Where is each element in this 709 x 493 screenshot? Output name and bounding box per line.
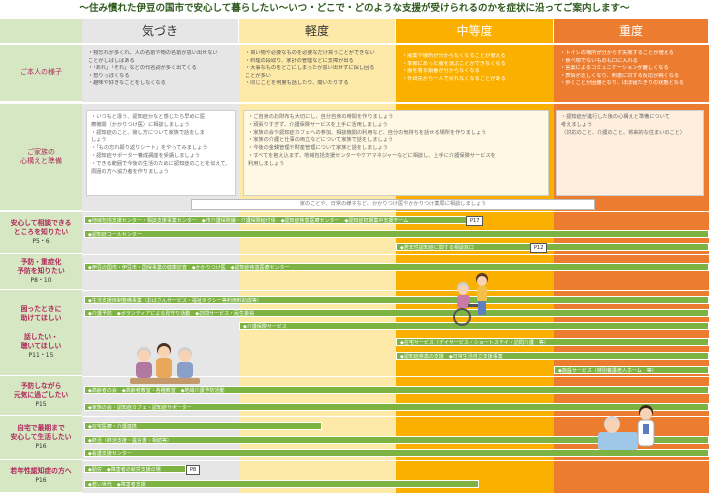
person-moderate: ・服薬や場所が分からなくなることが増える ・季節にあった服を選ぶことができなくな… bbox=[398, 50, 552, 100]
person-severe-line: ・言葉によるコミュニケーションが難しくなる bbox=[560, 65, 669, 72]
family-awareness-line: ・できる範囲で今後の生活のために認知症のことを伝えて、 bbox=[91, 160, 231, 167]
caregiver-wheelchair-illustration bbox=[453, 273, 488, 326]
service-bar[interactable]: ◆若年性認知症に関する相談窓口 bbox=[396, 243, 709, 251]
family-severe-line: （対応のこと、介護のこと、将来的な住まいのこと） bbox=[561, 129, 686, 136]
person-awareness-line: ・趣味や好きなことをしなくなる bbox=[88, 80, 166, 87]
service-bar[interactable]: ◆高齢者の会 ◆高齢者教室・各種教室 ◆地域介護予防活動 bbox=[84, 386, 709, 394]
page-tag[interactable]: P17 bbox=[466, 216, 484, 226]
service-bar[interactable]: ◆認知症コールセンター bbox=[84, 230, 709, 238]
person-severe-line: ・食べ物でないものも口に入れる bbox=[560, 57, 638, 64]
row-label-help-page: P11・15 bbox=[28, 352, 54, 360]
person-severe: ・トイレの場所が分からず失敗することが増える ・食べ物でないものも口に入れる ・… bbox=[556, 47, 708, 101]
family-awareness-line: ・認知症サポーター養成講座を受講しましょう bbox=[91, 152, 200, 159]
row-label-home: 自宅で最期まで 安心して生活したい P16 bbox=[0, 416, 82, 460]
page-tag[interactable]: P8 bbox=[186, 465, 201, 475]
family-awareness-line: 周囲の方へ協力者を作りましょう bbox=[91, 168, 169, 175]
family-awareness-line: ・「もの忘れ振り返りシート」をやってみましょう bbox=[91, 145, 208, 152]
row-label-family: ご家族の 心構えと準備 bbox=[0, 104, 82, 211]
column-header-severe: 重度 bbox=[554, 19, 709, 43]
row-label-prevent-page: P8・10 bbox=[30, 277, 52, 285]
family-mild-box: ・ご自身のお財布も大切にし、自分自身の時間を作りましょう ・頑張りすぎず、介護保… bbox=[243, 110, 549, 196]
family-mild-line: ・頑張りすぎず、介護保険サービスを上手に活用しましょう bbox=[248, 121, 388, 128]
row-label-person: ご本人の様子 bbox=[0, 45, 82, 102]
row-divider bbox=[82, 254, 709, 255]
column-header-mild: 軽度 bbox=[239, 19, 396, 43]
person-awareness-line: ・「あれ」「それ」などの代名詞が多く出てくる bbox=[88, 65, 197, 72]
person-moderate-line: ・服薬や場所が分からなくなることが増える bbox=[402, 53, 506, 59]
person-severe-line: ・表情が乏しくなり、刺激に対する反応が鈍くなる bbox=[560, 72, 680, 79]
family-severe-box: ・認知症が進行した後の心構えと準備について 考えましょう （対応のこと、介護のこ… bbox=[556, 110, 704, 196]
row-label-family-text: ご家族の 心構えと準備 bbox=[20, 147, 62, 165]
service-bar[interactable]: ◆伊豆の国市・伊豆市・国保事業の健康診査 ◆かかりつけ医 ◆認知症疾患医療センタ… bbox=[84, 263, 709, 271]
family-awareness-line: ・いつもと違う、認知症かなと感じたら早めに医 bbox=[91, 114, 206, 120]
person-awareness-line: ・怒りっぽくなる bbox=[88, 72, 130, 79]
column-header-moderate: 中等度 bbox=[396, 19, 554, 43]
row-divider bbox=[82, 460, 709, 461]
row-label-help-text: 困ったときに 助けてほしい bbox=[20, 304, 62, 322]
row-label-live: 予防しながら 元気に過ごしたい P15 bbox=[0, 376, 82, 416]
family-mild-line: ・ご自身のお財布も大切にし、自分自身の時間を作りましょう bbox=[248, 114, 394, 120]
row-divider bbox=[82, 290, 709, 291]
service-bar[interactable]: ◆在宅サービス（デイサービス・ショートステイ・訪問介護 等） bbox=[396, 338, 709, 346]
row-label-prevent-text: 予防・重症化 予防を知りたい bbox=[17, 257, 65, 275]
row-label-live-text: 予防しながら 元気に過ごしたい bbox=[13, 381, 69, 399]
family-awareness-line: ・認知症のこと、接し方について家族で話をしま bbox=[91, 129, 205, 136]
row-label-young-text: 若年性認知症の方へ bbox=[10, 466, 72, 475]
row-label-help: 困ったときに 助けてほしい 話したい・ 聴いてほしい P11・15 bbox=[0, 290, 82, 376]
row-label-person-text: ご本人の様子 bbox=[20, 68, 62, 77]
row-label-home-text: 自宅で最期まで 安心して生活したい bbox=[10, 423, 72, 441]
family-awareness-box: ・いつもと違う、認知症かなと感じたら早めに医 療機関（かかりつけ医）に相談しまし… bbox=[86, 110, 236, 196]
service-bar[interactable]: ◆地域包括支援センター・相談支援事業センター ◆市介護保険課・介護保険給付係 ◆… bbox=[84, 216, 467, 224]
service-bar[interactable]: ◆勤労 ◆障害者の就労支援の場 bbox=[84, 465, 186, 473]
page-title: 〜住み慣れた伊豆の国市で安心して暮らしたい〜いつ・どこで・どのような支援が受けら… bbox=[0, 0, 709, 18]
person-awareness-line: ことがしばしばある bbox=[88, 57, 135, 64]
service-bar[interactable]: ◆施設サービス（特別養護老人ホーム 等） bbox=[554, 366, 709, 374]
family-mild-line: 利用しましょう bbox=[248, 160, 285, 167]
person-mild-line: ・大事なものをどこにしまったか思い出せずに探し回る bbox=[245, 65, 375, 72]
family-severe-line: 考えましょう bbox=[561, 121, 593, 128]
service-bar[interactable]: ◆認知症疾患の支援 ◆日常生活自立支援事業 bbox=[396, 352, 709, 360]
person-mild-line: ・買い物や必要なものを必要なだけ買うことができない bbox=[245, 50, 375, 56]
family-severe-line: ・認知症が進行した後の心構えと準備について bbox=[561, 114, 670, 120]
row-label-prevent: 予防・重症化 予防を知りたい P8・10 bbox=[0, 254, 82, 290]
family-mild-line: ・すべてを抱え込まず、地域包括支援センターやケアマネジャーなどに相談し、上手に介… bbox=[248, 152, 496, 159]
row-label-live-page: P15 bbox=[35, 401, 47, 409]
service-bar[interactable]: ◆在宅医療・介護連携 bbox=[84, 422, 322, 430]
row-label-header bbox=[0, 19, 82, 43]
row-divider bbox=[82, 43, 709, 45]
person-severe-line: ・トイレの場所が分からず失敗することが増える bbox=[560, 50, 674, 56]
row-label-consult-page: P5・6 bbox=[32, 238, 50, 246]
row-label-talk-text: 話したい・ 聴いてほしい bbox=[20, 332, 62, 351]
row-label-young: 若年性認知症の方へ P16 bbox=[0, 460, 82, 493]
row-label-young-page: P16 bbox=[35, 477, 47, 485]
row-label-home-page: P16 bbox=[35, 443, 47, 451]
row-divider bbox=[82, 102, 709, 104]
page-tag[interactable]: P12 bbox=[530, 243, 548, 253]
column-header-awareness: 気づき bbox=[82, 19, 239, 43]
person-moderate-line: ・外出先から一人で戻れなくなることがある bbox=[402, 75, 506, 82]
row-divider bbox=[82, 211, 709, 212]
service-bar[interactable]: ◆介護予防 ◆ボランティアによる見守り活動 ◆訪問サービス・民生委員 bbox=[84, 309, 709, 317]
family-mild-line: ・今後の金銭管理や財産管理について家族と話をしましょう bbox=[248, 145, 388, 152]
row-label-consult: 安心して相談できる ところを知りたい P5・6 bbox=[0, 212, 82, 254]
person-mild-line: ・料理の段取り、家計の管理などに支障が出る bbox=[245, 57, 354, 64]
person-awareness-line: ・物忘れが多くれ、人の名前や物の名前が思い出せない bbox=[88, 50, 218, 56]
person-awareness: ・物忘れが多くれ、人の名前や物の名前が思い出せない ことがしばしばある ・「あれ… bbox=[84, 47, 238, 101]
service-bar[interactable]: ◆若い世代 ◆障害者支援 bbox=[84, 480, 479, 488]
service-bar[interactable]: ◆生活支援体制整備事業（おばさんサービス・福祉タクシー等利用料助成等） bbox=[84, 296, 709, 304]
family-note: 家のことや、日常の様子など、かかりつけ医やかかりつけ薬局に相談しましょう bbox=[191, 199, 595, 210]
person-severe-line: ・歩くことが困難となり、ほぼ寝たきりの状態となる bbox=[560, 80, 684, 87]
person-mild-line: ことが多い bbox=[245, 72, 271, 79]
family-awareness-line: 療機関（かかりつけ医）に相談しましょう bbox=[91, 121, 190, 128]
person-mild-line: ・同じことを何度も話したり、聞いたりする bbox=[245, 80, 349, 87]
person-moderate-line: ・季節にあった服を選ぶことができなくなる bbox=[402, 60, 506, 67]
doctor-patient-illustration bbox=[598, 405, 655, 450]
person-moderate-line: ・服を着る順番が分からなくなる bbox=[402, 68, 480, 75]
row-label-consult-text: 安心して相談できる ところを知りたい bbox=[10, 218, 72, 236]
person-mild: ・買い物や必要なものを必要なだけ買うことができない ・料理の段取り、家計の管理な… bbox=[241, 47, 395, 101]
family-group-illustration bbox=[130, 343, 200, 384]
